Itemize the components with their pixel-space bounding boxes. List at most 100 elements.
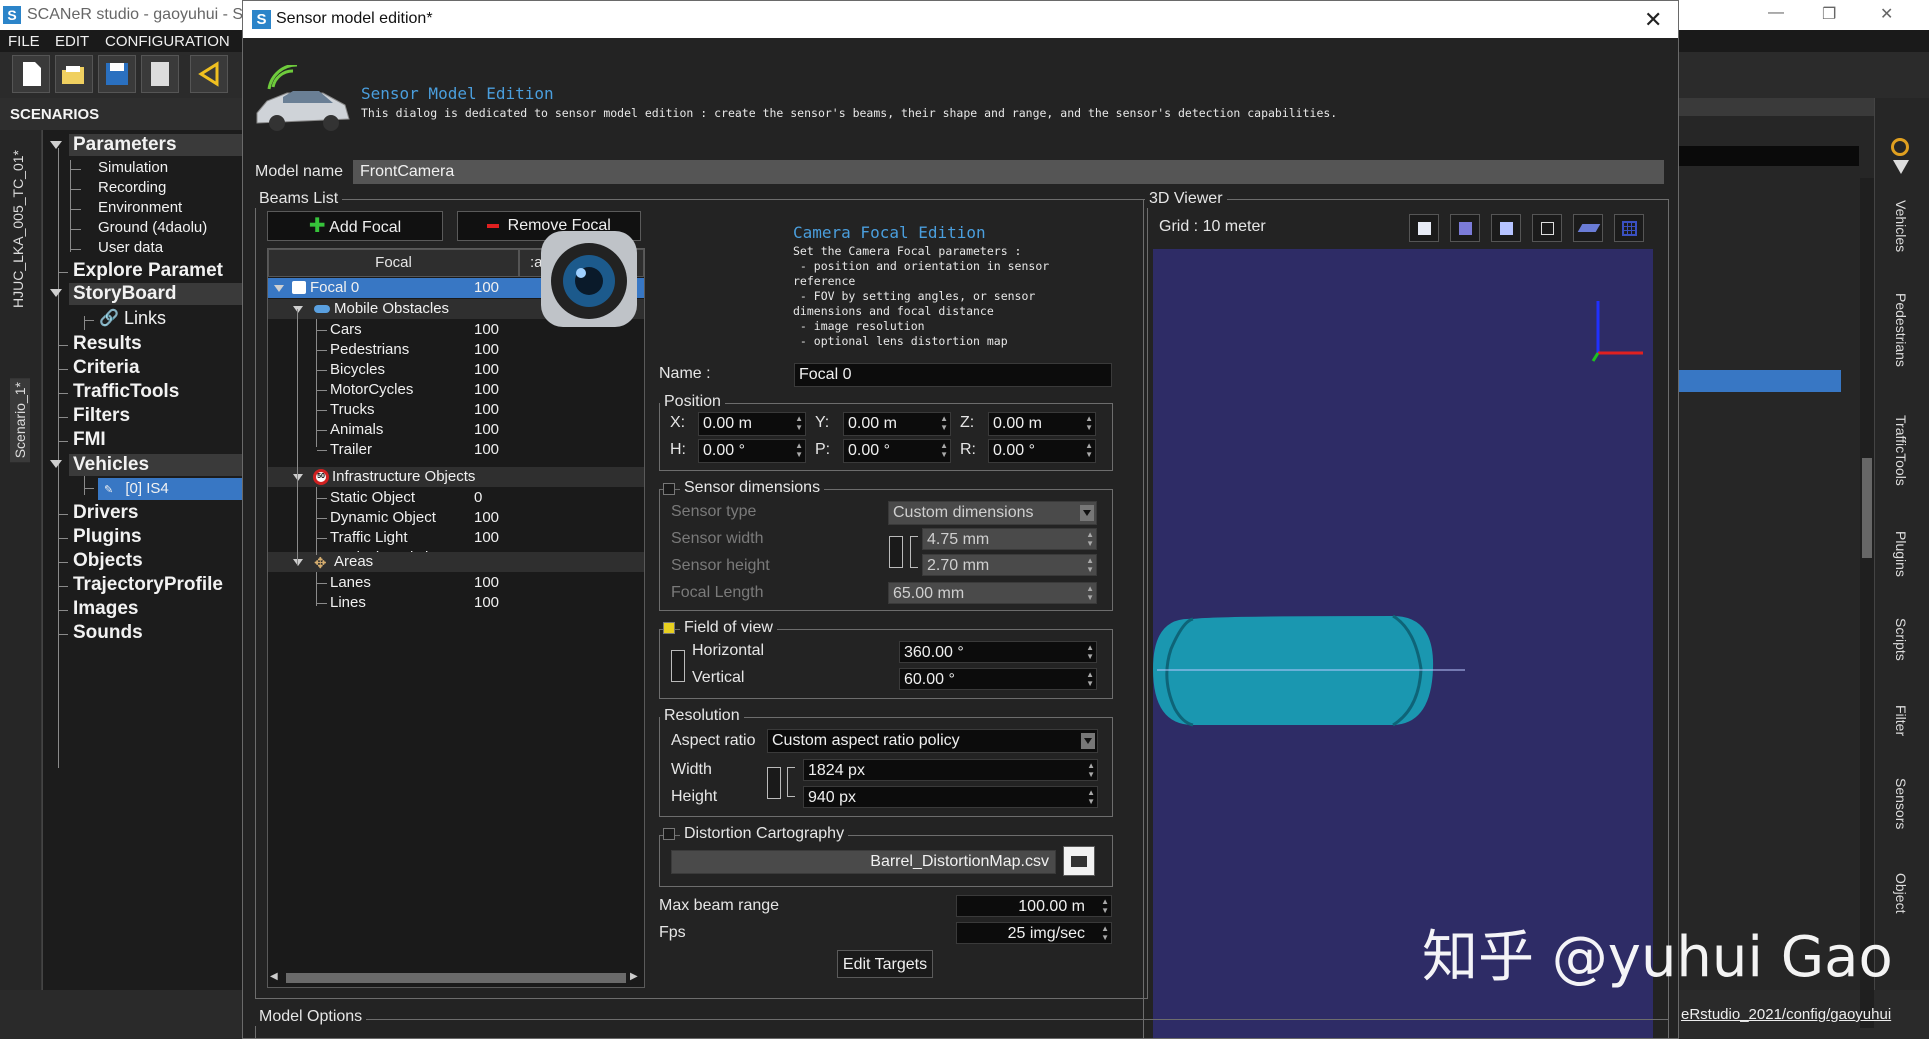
edit-targets-button[interactable]: Edit Targets bbox=[837, 950, 933, 978]
pos-p-field[interactable]: 0.00 ° ▲ ▼ bbox=[843, 439, 951, 463]
horizontal-field[interactable]: 360.00 ° ▲ ▼ bbox=[899, 641, 1097, 663]
spin-arrows-icon[interactable]: ▲ ▼ bbox=[1086, 643, 1094, 661]
new-file-button[interactable] bbox=[12, 55, 50, 93]
tree-drivers[interactable]: Drivers bbox=[73, 502, 139, 524]
sensor-width-field[interactable]: 4.75 mm ▲ ▼ bbox=[922, 528, 1097, 550]
spin-arrows-icon[interactable]: ▲ ▼ bbox=[1086, 670, 1094, 688]
spin-arrows-icon[interactable]: ▲ ▼ bbox=[1085, 414, 1093, 432]
spin-arrows-icon[interactable]: ▲ ▼ bbox=[1086, 530, 1094, 548]
mobile-obstacle-item[interactable]: Pedestrians 100 bbox=[268, 340, 644, 360]
pos-x-field[interactable]: 0.00 m ▲ ▼ bbox=[698, 412, 806, 436]
spin-arrows-icon[interactable]: ▲ ▼ bbox=[940, 441, 948, 459]
infrastructure-item[interactable]: Traffic Light 100 bbox=[268, 528, 644, 548]
vertical-field[interactable]: 60.00 ° ▲ ▼ bbox=[899, 668, 1097, 690]
spin-arrows-icon[interactable]: ▲ ▼ bbox=[1101, 924, 1109, 942]
beams-horizontal-scrollbar[interactable]: ◀ ▶ bbox=[268, 969, 644, 987]
aspect-ratio-combo[interactable]: Custom aspect ratio policy bbox=[767, 729, 1098, 753]
max-beam-range-field[interactable]: 100.00 m ▲ ▼ bbox=[956, 895, 1112, 917]
filter-toolbar-icon[interactable] bbox=[1893, 160, 1909, 174]
pos-h-field[interactable]: 0.00 ° ▲ ▼ bbox=[698, 439, 806, 463]
tree-links[interactable]: Links bbox=[124, 308, 166, 329]
add-focal-button[interactable]: ✚ Add Focal bbox=[267, 211, 443, 241]
save-button[interactable] bbox=[98, 55, 136, 93]
area-item[interactable]: Lines 100 bbox=[268, 593, 644, 613]
view-top-button[interactable] bbox=[1491, 214, 1521, 242]
view-perspective-button[interactable] bbox=[1409, 214, 1439, 242]
tree-environment[interactable]: Environment bbox=[98, 199, 182, 217]
area-item[interactable]: Lanes 100 bbox=[268, 573, 644, 593]
tree-criteria[interactable]: Criteria bbox=[73, 357, 140, 379]
tree-plugins[interactable]: Plugins bbox=[73, 526, 142, 548]
rtab-plugins[interactable]: Plugins bbox=[1893, 531, 1909, 577]
tree-storyboard[interactable]: StoryBoard bbox=[69, 283, 251, 305]
tree-explore-parameters[interactable]: Explore Paramet bbox=[73, 260, 241, 282]
view-grid-button[interactable] bbox=[1614, 214, 1644, 242]
view-front-button[interactable] bbox=[1450, 214, 1480, 242]
browse-button[interactable] bbox=[1063, 846, 1095, 876]
width-field[interactable]: 1824 px ▲ ▼ bbox=[803, 759, 1098, 781]
sensor-dimensions-checkbox[interactable] bbox=[663, 483, 675, 495]
spin-arrows-icon[interactable]: ▲ ▼ bbox=[795, 441, 803, 459]
rtab-vehicles[interactable]: Vehicles bbox=[1893, 200, 1909, 252]
tree-images[interactable]: Images bbox=[73, 598, 138, 620]
pos-y-field[interactable]: 0.00 m ▲ ▼ bbox=[843, 412, 951, 436]
distortion-file-field[interactable]: Barrel_DistortionMap.csv bbox=[671, 850, 1056, 874]
spin-arrows-icon[interactable]: ▲ ▼ bbox=[1087, 761, 1095, 779]
tree-traffictools[interactable]: TrafficTools bbox=[73, 381, 179, 403]
height-field[interactable]: 940 px ▲ ▼ bbox=[803, 786, 1098, 808]
mobile-obstacle-item[interactable]: Bicycles 100 bbox=[268, 360, 644, 380]
right-panel-scrollbar[interactable] bbox=[1860, 178, 1874, 1028]
fov-link-icon[interactable] bbox=[671, 650, 685, 682]
rtab-sensors[interactable]: Sensors bbox=[1893, 778, 1909, 829]
tree-objects[interactable]: Objects bbox=[73, 550, 143, 572]
tree-simulation[interactable]: Simulation bbox=[98, 159, 168, 177]
mobile-obstacle-item[interactable]: Animals 100 bbox=[268, 420, 644, 440]
close-main-icon[interactable]: ✕ bbox=[1880, 4, 1893, 24]
rtab-object[interactable]: Object bbox=[1893, 873, 1909, 913]
col-focal-header[interactable]: Focal bbox=[268, 249, 519, 277]
tab-scenario-hjuc[interactable]: HJUC_LKA_005_TC_01* bbox=[10, 150, 26, 308]
tree-user-data[interactable]: User data bbox=[98, 239, 163, 257]
menu-configuration[interactable]: CONFIGURATION bbox=[105, 33, 230, 50]
menu-file[interactable]: FILE bbox=[8, 33, 40, 50]
right-panel-selected-row[interactable] bbox=[1679, 370, 1841, 392]
rtab-filter[interactable]: Filter bbox=[1893, 705, 1909, 736]
rtab-traffictools[interactable]: TrafficTools bbox=[1893, 415, 1909, 486]
distortion-checkbox[interactable] bbox=[663, 828, 675, 840]
pos-r-field[interactable]: 0.00 ° ▲ ▼ bbox=[988, 439, 1096, 463]
spin-arrows-icon[interactable]: ▲ ▼ bbox=[1086, 556, 1094, 574]
infrastructure-objects-row[interactable]: 50 Infrastructure Objects bbox=[268, 467, 644, 487]
dialog-close-icon[interactable]: ✕ bbox=[1644, 7, 1662, 33]
tree-filters[interactable]: Filters bbox=[73, 405, 130, 427]
restore-icon[interactable]: ❐ bbox=[1822, 4, 1836, 24]
tree-sounds[interactable]: Sounds bbox=[73, 622, 143, 644]
link-ratio-icon[interactable] bbox=[889, 536, 903, 568]
rtab-scripts[interactable]: Scripts bbox=[1893, 618, 1909, 661]
spin-arrows-icon[interactable]: ▲ ▼ bbox=[1101, 897, 1109, 915]
spin-arrows-icon[interactable]: ▲ ▼ bbox=[1087, 788, 1095, 806]
tree-ground[interactable]: Ground (4daolu) bbox=[98, 219, 207, 237]
model-name-field[interactable]: FrontCamera bbox=[353, 160, 1664, 184]
infrastructure-item[interactable]: Dynamic Object 100 bbox=[268, 508, 644, 528]
minimize-icon[interactable]: — bbox=[1768, 4, 1784, 22]
spin-arrows-icon[interactable]: ▲ ▼ bbox=[1086, 584, 1094, 602]
pos-z-field[interactable]: 0.00 m ▲ ▼ bbox=[988, 412, 1096, 436]
document-button[interactable] bbox=[141, 55, 179, 93]
spin-arrows-icon[interactable]: ▲ ▼ bbox=[1085, 441, 1093, 459]
tree-results[interactable]: Results bbox=[73, 333, 142, 355]
tree-trajectory-profile[interactable]: TrajectoryProfile bbox=[73, 574, 243, 596]
fov-checkbox[interactable] bbox=[663, 622, 675, 634]
resolution-link-icon[interactable] bbox=[767, 767, 781, 799]
menu-edit[interactable]: EDIT bbox=[55, 33, 89, 50]
view-zoom-button[interactable] bbox=[1532, 214, 1562, 242]
tree-recording[interactable]: Recording bbox=[98, 179, 166, 197]
sensor-toolbar-icon[interactable] bbox=[1891, 138, 1909, 156]
areas-row[interactable]: ✥ Areas bbox=[268, 552, 644, 572]
view-lines-button[interactable] bbox=[1573, 214, 1603, 242]
sensor-type-combo[interactable]: Custom dimensions bbox=[888, 501, 1097, 525]
tree-parameters[interactable]: Parameters bbox=[69, 134, 251, 156]
mobile-obstacle-item[interactable]: Trucks 100 bbox=[268, 400, 644, 420]
tree-vehicle-is4[interactable]: ✎ [0] IS4 bbox=[98, 478, 243, 500]
tree-fmi[interactable]: FMI bbox=[73, 429, 106, 451]
infrastructure-item[interactable]: Static Object 0 bbox=[268, 488, 644, 508]
